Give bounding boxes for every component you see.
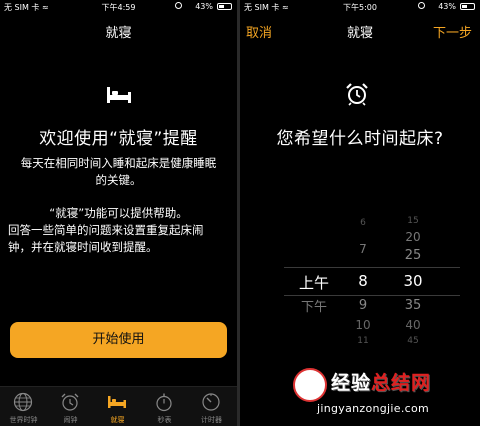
rotation-lock-icon (175, 2, 182, 9)
minute-option: 45 (407, 336, 419, 346)
stopwatch-icon (156, 393, 172, 412)
globe-icon (13, 392, 33, 412)
watermark-text-a: 经验 (331, 372, 372, 394)
tab-label: 计时器 (201, 416, 222, 424)
alarm-clock-icon (61, 393, 79, 411)
tab-bar: 世界时钟 闹钟 就寝 秒表 计时器 (0, 386, 237, 426)
watermark: 经验总结网 jingyanzongjie.com (293, 366, 473, 422)
hour-option: 8 (358, 272, 368, 290)
minute-option: 20 (405, 230, 421, 244)
tab-world-clock[interactable]: 世界时钟 (0, 387, 47, 426)
status-bar: 无 SIM 卡 ≈ 下午5:00 43% (240, 0, 480, 14)
watermark-text: 经验总结网 (331, 368, 431, 395)
tab-label: 就寝 (110, 416, 125, 424)
time-picker[interactable]: 上午 下午 6 7 8 9 10 11 15 20 25 30 35 40 45 (240, 210, 480, 350)
battery-percent: 43% (438, 2, 456, 11)
rotation-lock-icon (418, 2, 425, 9)
hour-option: 10 (355, 318, 371, 332)
intro-line: 每天在相同时间入睡和起床是健康睡眠 (20, 156, 217, 170)
welcome-title: 欢迎使用“就寝”提醒 (39, 129, 198, 149)
ampm-option: 下午 (300, 300, 327, 315)
wake-time-screen: 无 SIM 卡 ≈ 下午5:00 43% 取消 就寝 下一步 您希望什么时间起床… (240, 0, 480, 426)
bed-icon (108, 396, 126, 408)
battery-icon (217, 3, 232, 10)
minute-wheel[interactable]: 15 20 25 30 35 40 45 (396, 210, 430, 350)
start-button[interactable]: 开始使用 (10, 322, 227, 358)
minute-option: 35 (404, 298, 422, 313)
battery-icon (460, 3, 475, 10)
watermark-text-b: 总结网 (371, 372, 432, 394)
minute-option: 25 (404, 248, 422, 263)
status-bar: 无 SIM 卡 ≈ 下午4:59 43% (0, 0, 237, 14)
tab-label: 秒表 (157, 416, 172, 424)
tab-alarm[interactable]: 闹钟 (47, 387, 94, 426)
minute-option: 30 (403, 272, 423, 290)
ampm-option: 上午 (298, 274, 329, 292)
alarm-clock-icon (346, 83, 368, 106)
welcome-screen: 无 SIM 卡 ≈ 下午4:59 43% 就寝 欢迎使用“就寝”提醒 每天在相同… (0, 0, 237, 426)
hour-option: 6 (360, 218, 366, 228)
tab-stopwatch[interactable]: 秒表 (141, 387, 188, 426)
hour-option: 7 (359, 242, 367, 256)
nav-title: 就寝 (105, 26, 132, 41)
minute-option: 40 (405, 318, 421, 332)
next-button[interactable]: 下一步 (433, 22, 472, 41)
hour-option: 11 (357, 336, 369, 346)
battery-fill (219, 5, 224, 8)
nav-bar: 取消 就寝 下一步 (240, 14, 480, 48)
hour-wheel[interactable]: 6 7 8 9 10 11 (348, 210, 378, 350)
help-line: 钟，并在就寝时间收到提醒。 (8, 240, 158, 254)
tab-label: 闹钟 (63, 416, 78, 424)
wake-question: 您希望什么时间起床? (276, 129, 444, 149)
battery-fill (462, 5, 467, 8)
timer-icon (202, 393, 220, 411)
tab-label: 世界时钟 (9, 416, 38, 424)
intro-line: 的关键。 (95, 173, 142, 187)
watermark-logo-icon (293, 368, 327, 402)
help-line: “就寝”功能可以提供帮助。 (49, 206, 188, 220)
tab-timer[interactable]: 计时器 (188, 387, 235, 426)
minute-option: 15 (407, 216, 419, 226)
nav-bar: 就寝 (0, 14, 237, 48)
watermark-url: jingyanzongjie.com (317, 402, 430, 415)
hour-option: 9 (358, 298, 368, 313)
help-line: 回答一些简单的问题来设置重复起床闹 (8, 223, 204, 237)
ampm-wheel[interactable]: 上午 下午 (292, 210, 336, 350)
intro-paragraph: 每天在相同时间入睡和起床是健康睡眠 的关键。 (6, 155, 231, 189)
help-paragraph: “就寝”功能可以提供帮助。 回答一些简单的问题来设置重复起床闹 钟，并在就寝时间… (6, 205, 231, 256)
bed-icon (107, 87, 131, 103)
tab-bedtime[interactable]: 就寝 (94, 387, 141, 426)
battery-percent: 43% (195, 2, 213, 11)
